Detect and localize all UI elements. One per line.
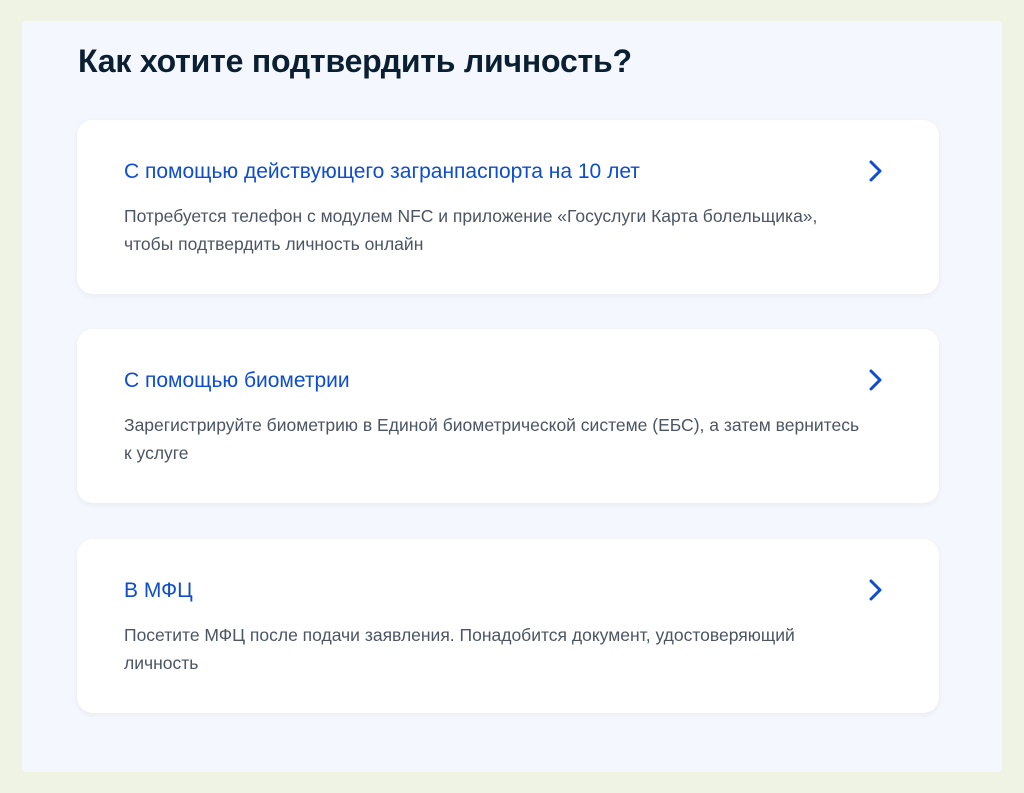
page-panel: Как хотите подтвердить личность? С помощ…	[22, 21, 1002, 772]
chevron-right-icon[interactable]	[865, 158, 887, 184]
option-title[interactable]: С помощью действующего загранпаспорта на…	[124, 158, 640, 186]
chevron-right-icon[interactable]	[865, 367, 887, 393]
option-card-biometrics[interactable]: С помощью биометрии Зарегистрируйте биом…	[77, 329, 939, 503]
option-card-foreign-passport[interactable]: С помощью действующего загранпаспорта на…	[77, 120, 939, 294]
option-description: Потребуется телефон с модулем NFC и прил…	[124, 206, 818, 254]
chevron-right-icon[interactable]	[865, 577, 887, 603]
option-card-mfc[interactable]: В МФЦ Посетите МФЦ после подачи заявлени…	[77, 539, 939, 713]
option-title[interactable]: В МФЦ	[124, 577, 193, 605]
option-description: Зарегистрируйте биометрию в Единой биоме…	[124, 415, 860, 463]
option-description: Посетите МФЦ после подачи заявления. Пон…	[124, 625, 795, 673]
page-title: Как хотите подтвердить личность?	[78, 43, 632, 79]
option-title[interactable]: С помощью биометрии	[124, 367, 350, 395]
